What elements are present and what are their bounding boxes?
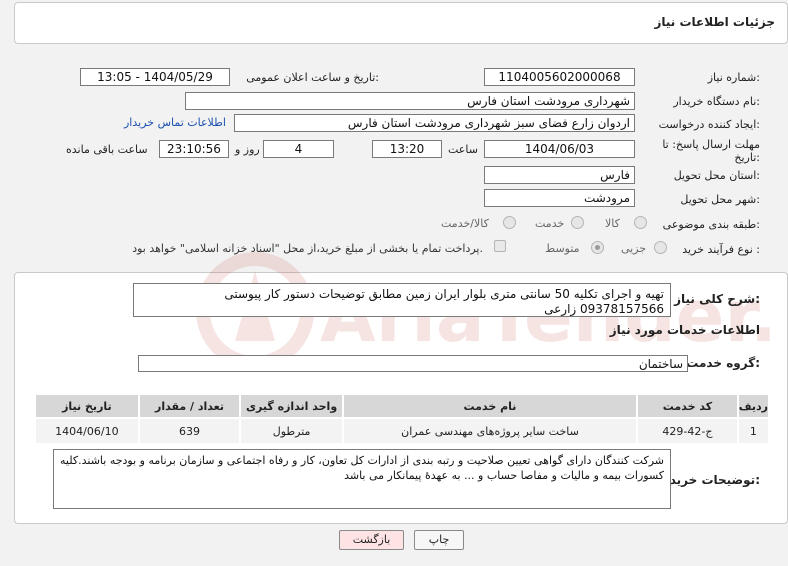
deadline-label: مهلت ارسال پاسخ: تا — [662, 138, 760, 151]
category-option-goods-service: کالا/خدمت — [441, 217, 489, 230]
city-label: شهر محل تحویل: — [680, 193, 760, 206]
announce-datetime-field[interactable]: 1404/05/29 - 13:05 — [80, 68, 230, 86]
services-table-header: ردیف کد خدمت نام خدمت واحد اندازه گیری ت… — [34, 393, 771, 419]
table-row: 1 ج-42-429 ساخت سایر پروژه‌های مهندسی عم… — [34, 417, 771, 445]
buyer-notes-textarea[interactable]: شرکت کنندگان دارای گواهی تعیین صلاحیت و … — [53, 449, 671, 509]
column-header-unit: واحد اندازه گیری — [239, 393, 344, 419]
description-textarea[interactable]: تهیه و اجرای تکلیه 50 سانتی متری بلوار ا… — [133, 283, 671, 317]
process-label: نوع فرآیند خرید : — [682, 243, 760, 256]
announce-label: تاریخ و ساعت اعلان عمومی: — [246, 71, 379, 84]
need-number-field[interactable]: 1104005602000068 — [484, 68, 635, 86]
remaining-days-field[interactable]: 4 — [263, 140, 334, 158]
province-field[interactable]: فارس — [484, 166, 635, 184]
cell-quantity: 639 — [137, 417, 242, 445]
service-group-label: گروه خدمت: — [686, 356, 760, 370]
column-header-service-code: کد خدمت — [636, 393, 739, 419]
column-header-quantity: تعداد / مقدار — [137, 393, 242, 419]
buyer-notes-label: توضیحات خریدار: — [658, 473, 760, 487]
buyer-org-label: نام دستگاه خریدار: — [673, 95, 760, 108]
category-label: طبقه بندی موضوعی: — [662, 218, 760, 231]
treasury-payment-checkbox[interactable] — [494, 240, 506, 252]
buyer-org-field[interactable]: شهرداری مرودشت استان فارس — [185, 92, 635, 110]
deadline-date-field[interactable]: 1404/06/03 — [484, 140, 635, 158]
province-label: استان محل تحویل: — [673, 169, 760, 182]
days-label: روز و — [235, 143, 260, 156]
column-header-need-date: تاریخ نیاز — [34, 393, 140, 419]
category-option-service: خدمت — [535, 217, 565, 230]
services-section-title: اطلاعات خدمات مورد نیاز — [609, 323, 760, 337]
print-button[interactable]: چاپ — [414, 530, 464, 550]
deadline-time-field[interactable]: 13:20 — [372, 140, 442, 158]
cell-need-date: 1404/06/10 — [34, 417, 140, 445]
process-option-minor: جزیی — [621, 242, 647, 255]
deadline-label-date: تاریخ: — [734, 151, 760, 164]
cell-service-code: ج-42-429 — [636, 417, 739, 445]
back-button[interactable]: بازگشت — [339, 530, 404, 550]
process-option-medium: متوسط — [545, 242, 580, 255]
column-header-service-name: نام خدمت — [341, 393, 639, 419]
treasury-payment-note: پرداخت تمام یا بخشی از مبلغ خرید،از محل … — [132, 242, 483, 255]
service-group-field[interactable]: ساختمان — [138, 355, 688, 372]
category-radio-goods[interactable] — [634, 216, 647, 229]
deadline-time-label: ساعت — [448, 143, 478, 156]
services-table: ردیف کد خدمت نام خدمت واحد اندازه گیری ت… — [34, 393, 771, 445]
category-option-goods: کالا — [605, 217, 620, 230]
cell-row-number: 1 — [736, 417, 771, 445]
buyer-contact-link[interactable]: اطلاعات تماس خریدار — [124, 116, 226, 129]
page-header: جزئیات اطلاعات نیاز — [14, 2, 788, 44]
category-radio-goods-service[interactable] — [503, 216, 516, 229]
cell-service-name: ساخت سایر پروژه‌های مهندسی عمران — [341, 417, 639, 445]
city-field[interactable]: مرودشت — [484, 189, 635, 207]
remaining-label: ساعت باقی مانده — [66, 143, 148, 156]
column-header-row: ردیف — [736, 393, 771, 419]
creator-label: ایجاد کننده درخواست: — [658, 118, 760, 131]
cell-unit: مترطول — [239, 417, 344, 445]
process-radio-minor[interactable] — [654, 241, 667, 254]
need-number-label: شماره نیاز: — [707, 71, 760, 84]
process-radio-medium[interactable] — [591, 241, 604, 254]
creator-field[interactable]: اردوان زارع فضای سبز شهرداری مرودشت استا… — [234, 114, 635, 132]
category-radio-service[interactable] — [571, 216, 584, 229]
remaining-time-field[interactable]: 23:10:56 — [159, 140, 229, 158]
description-label: شرح کلی نیاز: — [674, 292, 760, 306]
page-title: جزئیات اطلاعات نیاز — [654, 15, 775, 29]
